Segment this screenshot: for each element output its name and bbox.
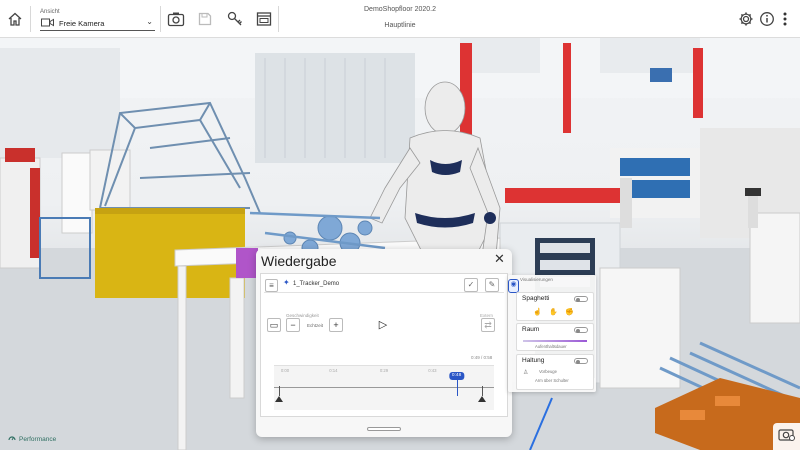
posture-person-icon: ♙ xyxy=(523,370,529,376)
timeline[interactable]: 0:48 0:00 0:14 0:29 0:43 xyxy=(274,365,494,410)
faster-button[interactable]: + xyxy=(329,318,343,332)
room-toggle[interactable] xyxy=(574,327,588,333)
tracker-icon: ✦ xyxy=(283,278,290,287)
spaghetti-label: Spaghetti xyxy=(522,295,550,302)
scene-subtitle: Hauptlinie xyxy=(384,22,416,29)
timeline-tick: 0:14 xyxy=(329,368,338,373)
visualization-title: Visualisierungen xyxy=(520,277,553,282)
start-marker-stem xyxy=(279,386,280,396)
playback-title: Wiedergabe xyxy=(261,253,337,269)
room-gradient-bar xyxy=(523,340,587,342)
start-marker[interactable] xyxy=(275,396,283,402)
recording-row[interactable]: ≡ ✦ 1_Tracker_Demo ✓ ✎ xyxy=(264,278,504,293)
top-toolbar: Ansicht Freie Kamera ⌄ DemoShopfloor 202… xyxy=(0,0,800,38)
recording-name: 1_Tracker_Demo xyxy=(293,281,340,287)
posture-toggle[interactable] xyxy=(574,358,588,364)
playback-body: ≡ ✦ 1_Tracker_Demo ✓ ✎ Geschwindigkeit ▭… xyxy=(260,273,508,417)
spaghetti-toggle[interactable] xyxy=(574,296,588,302)
project-title: DemoShopfloor 2020.2 xyxy=(364,6,436,13)
playhead[interactable] xyxy=(456,380,458,396)
loop-button[interactable]: ▭ xyxy=(267,318,281,332)
external-icon[interactable]: ⇄ xyxy=(481,318,495,332)
posture-opt1: Vorbeuge xyxy=(539,369,557,374)
performance-label: Performance xyxy=(19,435,57,443)
edit-icon[interactable]: ✎ xyxy=(485,278,499,292)
posture-card[interactable]: Haltung ♙ Vorbeuge Arm über Schulter xyxy=(516,354,594,390)
playhead-time: 0:48 xyxy=(448,372,465,380)
posture-opt2: Arm über Schulter xyxy=(535,378,569,383)
list-icon[interactable]: ≡ xyxy=(265,279,278,292)
drag-handle[interactable] xyxy=(367,427,401,431)
screenshot-button[interactable] xyxy=(773,423,800,450)
room-card[interactable]: Raum Aufenthaltsdauer xyxy=(516,323,594,351)
play-button[interactable]: ▷ xyxy=(376,318,390,332)
touch-icon[interactable]: ☝ xyxy=(533,308,542,316)
performance-icon xyxy=(8,434,16,444)
slower-button[interactable]: − xyxy=(286,318,300,332)
eye-icon[interactable]: ◉ xyxy=(508,279,519,293)
timeline-tick: 0:00 xyxy=(280,368,290,373)
timeline-tick: 0:43 xyxy=(428,368,437,373)
info-icon[interactable] xyxy=(757,9,777,29)
performance-indicator[interactable]: Performance xyxy=(8,434,56,444)
more-icon[interactable] xyxy=(775,9,795,29)
end-marker[interactable] xyxy=(478,396,486,402)
timeline-tick: 0:29 xyxy=(379,368,389,373)
end-marker-stem xyxy=(482,386,483,396)
visualization-panel: ◉ Visualisierungen Spaghetti ☝ ✋ ✊ Raum … xyxy=(508,275,596,392)
playback-panel: Wiedergabe ✕ ≡ ✦ 1_Tracker_Demo ✓ ✎ Gesc… xyxy=(256,249,512,437)
close-icon[interactable]: ✕ xyxy=(494,252,505,266)
timeline-track xyxy=(274,387,494,388)
room-label: Raum xyxy=(522,326,540,333)
posture-label: Haltung xyxy=(522,357,545,364)
gear-icon[interactable] xyxy=(736,9,756,29)
room-sub: Aufenthaltsdauer xyxy=(535,344,567,349)
speed-value: Echtzeit xyxy=(307,323,324,328)
time-readout: 0:49 / 0:58 xyxy=(471,355,493,360)
spaghetti-card[interactable]: Spaghetti ☝ ✋ ✊ xyxy=(516,292,594,321)
check-icon[interactable]: ✓ xyxy=(464,278,478,292)
grab-icon[interactable]: ✊ xyxy=(565,308,574,316)
hand-icon[interactable]: ✋ xyxy=(549,308,558,316)
screenshot-icon xyxy=(777,426,796,447)
